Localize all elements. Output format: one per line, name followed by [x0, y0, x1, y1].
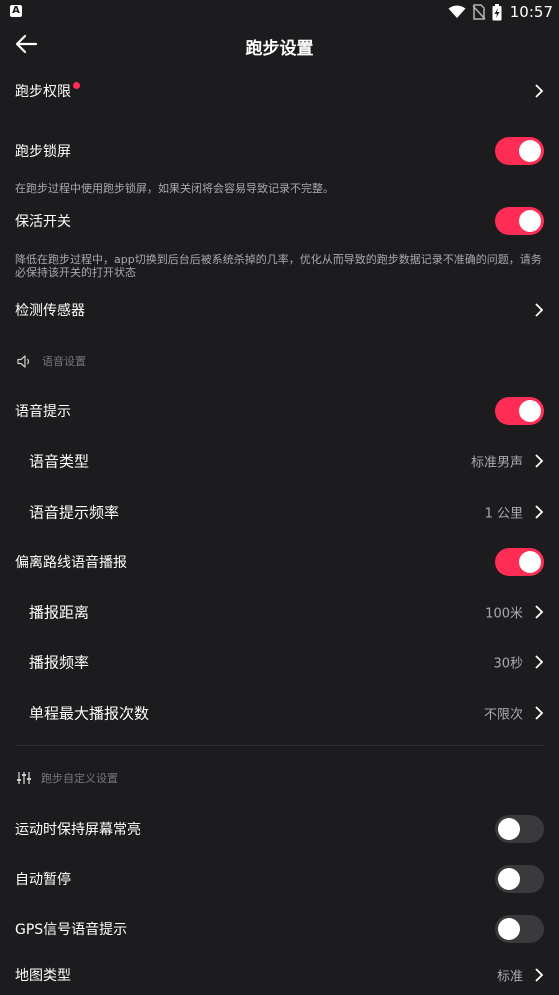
chevron-right-icon [535, 655, 544, 669]
page-title: 跑步设置 [245, 39, 314, 59]
auto-pause-label: 自动暂停 [15, 872, 71, 888]
notification-dot [73, 82, 80, 89]
toggle-knob [519, 140, 541, 162]
run-lock-label: 跑步锁屏 [15, 144, 71, 160]
status-bar: A 10:57 [0, 0, 559, 24]
custom-section-title: 跑步自定义设置 [41, 772, 118, 785]
voice-frequency-value: 1 公里 [484, 506, 523, 522]
wifi-icon [448, 5, 466, 18]
voice-type-value: 标准男声 [470, 455, 523, 471]
keep-alive-row: 保活开关 [0, 201, 559, 241]
run-lock-toggle[interactable] [495, 137, 544, 165]
auto-pause-toggle[interactable] [495, 865, 544, 893]
battery-charging-icon [492, 3, 502, 20]
map-type-label: 地图类型 [15, 968, 71, 984]
gps-voice-label: GPS信号语音提示 [15, 922, 128, 938]
screen-on-label: 运动时保持屏幕常亮 [15, 822, 141, 838]
page-header: 跑步设置 [0, 24, 559, 64]
voice-type-row[interactable]: 语音类型 标准男声 [0, 441, 559, 481]
run-permission-label: 跑步权限 [15, 84, 71, 100]
voice-prompt-label: 语音提示 [15, 404, 71, 420]
chevron-right-icon [535, 505, 544, 519]
sensor-label: 检测传感器 [15, 303, 85, 319]
voice-section-header: 语音设置 [17, 351, 86, 371]
toggle-knob [519, 210, 541, 232]
custom-section-header: 跑步自定义设置 [17, 768, 118, 788]
run-lock-row: 跑步锁屏 [0, 131, 559, 171]
broadcast-distance-label: 播报距离 [29, 603, 90, 622]
broadcast-distance-row[interactable]: 播报距离 100米 [0, 592, 559, 632]
broadcast-frequency-label: 播报频率 [29, 653, 90, 672]
keep-alive-toggle[interactable] [495, 207, 544, 235]
voice-frequency-row[interactable]: 语音提示频率 1 公里 [0, 492, 559, 532]
screen-on-row: 运动时保持屏幕常亮 [0, 809, 559, 849]
run-permission-row[interactable]: 跑步权限 [0, 71, 559, 111]
gps-voice-row: GPS信号语音提示 [0, 909, 559, 949]
sensor-row[interactable]: 检测传感器 [0, 290, 559, 330]
status-time: 10:57 [509, 3, 553, 21]
auto-pause-row: 自动暂停 [0, 859, 559, 899]
toggle-knob [519, 551, 541, 573]
section-divider [15, 745, 544, 746]
app-notification-icon: A [10, 5, 22, 17]
broadcast-distance-value: 100米 [485, 606, 523, 622]
off-route-label: 偏离路线语音播报 [15, 555, 127, 571]
max-broadcasts-row[interactable]: 单程最大播报次数 不限次 [0, 693, 559, 733]
chevron-right-icon [535, 454, 544, 468]
screen-on-toggle[interactable] [495, 815, 544, 843]
map-type-row[interactable]: 地图类型 标准 [0, 955, 559, 995]
toggle-knob [519, 400, 541, 422]
voice-type-label: 语音类型 [29, 452, 90, 471]
toggle-knob [498, 818, 520, 840]
run-lock-description: 在跑步过程中使用跑步锁屏，如果关闭将会容易导致记录不完整。 [15, 182, 334, 195]
keep-alive-description: 降低在跑步过程中，app切换到后台后被系统杀掉的几率，优化从而导致的跑步数据记录… [15, 253, 542, 279]
map-type-value: 标准 [496, 969, 523, 985]
voice-frequency-label: 语音提示频率 [29, 503, 120, 522]
gps-voice-toggle[interactable] [495, 915, 544, 943]
chevron-right-icon [535, 968, 544, 982]
max-broadcasts-label: 单程最大播报次数 [29, 704, 150, 723]
voice-prompt-row: 语音提示 [0, 391, 559, 431]
broadcast-frequency-value: 30秒 [493, 656, 523, 672]
speaker-icon [17, 354, 30, 368]
toggle-knob [498, 868, 520, 890]
max-broadcasts-value: 不限次 [483, 707, 523, 723]
chevron-right-icon [535, 303, 544, 317]
off-route-toggle[interactable] [495, 548, 544, 576]
off-route-row: 偏离路线语音播报 [0, 542, 559, 582]
voice-section-title: 语音设置 [42, 355, 86, 368]
chevron-right-icon [535, 84, 544, 98]
chevron-right-icon [535, 706, 544, 720]
voice-prompt-toggle[interactable] [495, 397, 544, 425]
chevron-right-icon [535, 605, 544, 619]
sliders-icon [17, 772, 31, 784]
toggle-knob [498, 918, 520, 940]
broadcast-frequency-row[interactable]: 播报频率 30秒 [0, 642, 559, 682]
keep-alive-label: 保活开关 [15, 214, 71, 230]
status-icons: 10:57 [448, 2, 553, 22]
no-sim-icon [472, 4, 486, 20]
